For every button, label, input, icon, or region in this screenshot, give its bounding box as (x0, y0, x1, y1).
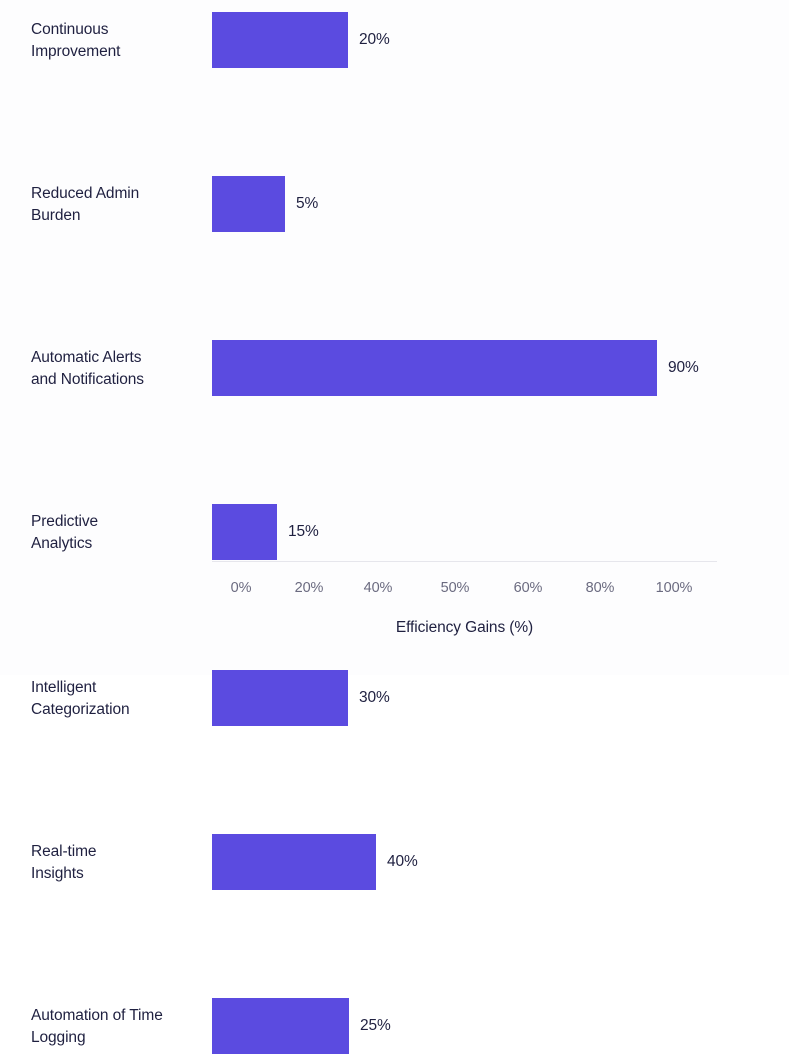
x-axis-title: Efficiency Gains (%) (395, 619, 534, 636)
bar-group: 40% (212, 834, 418, 890)
bar-value-label: 30% (359, 689, 390, 706)
x-axis-tick-labels: 0% 20% 40% 50% 60% 80% 100% (212, 580, 717, 602)
x-axis-tick: 0% (230, 580, 252, 596)
x-axis-tick: 40% (363, 580, 393, 596)
category-label: Intelligent Categorization (31, 679, 130, 718)
bar-row: Predictive Analytics 15% (0, 246, 789, 560)
x-axis-tick: 100% (655, 580, 693, 596)
x-axis-tick: 60% (513, 580, 543, 596)
bar-row: Automatic Alerts and Notifications 90% (0, 164, 789, 396)
x-axis-tick: 20% (294, 580, 324, 596)
bar-row: Real-time Insights 40% (0, 411, 789, 890)
plot-area: Continuous Improvement 20% Reduced Admin… (0, 0, 789, 1054)
bar-chart: Continuous Improvement 20% Reduced Admin… (0, 0, 789, 1054)
x-axis-tick: 80% (585, 580, 615, 596)
bar[interactable] (212, 670, 348, 726)
bar-value-label: 20% (359, 31, 390, 48)
bar[interactable] (212, 998, 349, 1054)
x-axis-line (212, 561, 717, 562)
bar-value-label: 25% (360, 1017, 391, 1034)
bar[interactable] (212, 12, 348, 68)
bar-row: Reduced Admin Burden 5% (0, 82, 789, 232)
bar-row: Continuous Improvement 20% (0, 0, 789, 80)
category-label: Automation of Time Logging (31, 1007, 163, 1046)
bar[interactable] (212, 834, 376, 890)
bar-group: 20% (212, 12, 390, 68)
x-axis-tick: 50% (440, 580, 470, 596)
bar-value-label: 40% (387, 853, 418, 870)
bar-group: 25% (212, 998, 391, 1054)
bar-row: Intelligent Categorization 30% (0, 329, 789, 726)
category-label: Continuous Improvement (31, 21, 121, 60)
category-label: Real-time Insights (31, 843, 97, 882)
bar-group: 30% (212, 670, 390, 726)
